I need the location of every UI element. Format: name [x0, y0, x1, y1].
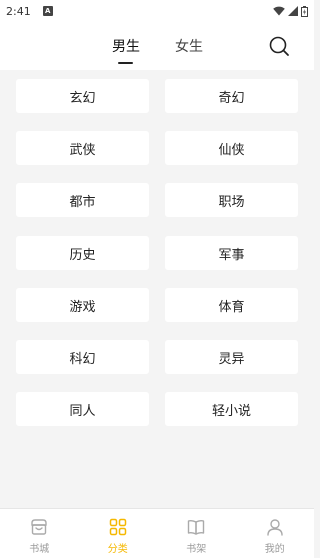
search-icon[interactable]: [268, 35, 290, 57]
category-dushi[interactable]: 都市: [16, 183, 149, 217]
category-wuxia[interactable]: 武侠: [16, 131, 149, 165]
status-indicators: [273, 5, 308, 17]
category-xuanhuan[interactable]: 玄幻: [16, 79, 149, 113]
tabbar-label-bookshelf: 书架: [186, 544, 207, 555]
category-qihuan[interactable]: 奇幻: [165, 79, 298, 113]
status-time: 2:41: [6, 4, 31, 18]
category-xianxia[interactable]: 仙侠: [165, 131, 298, 165]
wifi-icon: [273, 6, 285, 16]
category-tiyu[interactable]: 体育: [165, 288, 298, 322]
category-lingyi[interactable]: 灵异: [165, 340, 298, 374]
profile-icon: [267, 519, 283, 536]
category-zhichang[interactable]: 职场: [165, 183, 298, 217]
category-youxi[interactable]: 游戏: [16, 288, 149, 322]
tabbar-label-category: 分类: [107, 544, 128, 555]
category-qingxiaoshuo[interactable]: 轻小说: [165, 392, 298, 426]
tabbar-item-category[interactable]: 分类: [79, 509, 158, 558]
notification-badge-icon: A: [42, 6, 53, 16]
top-header: 男生 女生: [0, 22, 314, 70]
category-kehuan[interactable]: 科幻: [16, 340, 149, 374]
status-bar: 2:41 A: [0, 0, 314, 22]
tabbar-label-bookstore: 书城: [29, 544, 50, 555]
bottom-tab-bar: 书城 分类 书架 我的: [0, 508, 314, 558]
category-junshi[interactable]: 军事: [165, 236, 298, 270]
category-tongren[interactable]: 同人: [16, 392, 149, 426]
tabbar-item-bookstore[interactable]: 书城: [0, 509, 79, 558]
category-lishi[interactable]: 历史: [16, 236, 149, 270]
bookshelf-icon: [188, 519, 205, 535]
bookstore-icon: [31, 519, 47, 535]
category-grid-icon: [109, 518, 126, 536]
tabbar-item-profile[interactable]: 我的: [236, 509, 315, 558]
tabbar-label-profile: 我的: [264, 544, 285, 555]
signal-icon: [288, 6, 298, 16]
tabbar-item-bookshelf[interactable]: 书架: [157, 509, 236, 558]
tab-female[interactable]: 女生: [175, 36, 203, 56]
tab-male[interactable]: 男生: [112, 36, 140, 56]
battery-icon: [301, 5, 308, 17]
active-tab-indicator: [118, 62, 133, 64]
